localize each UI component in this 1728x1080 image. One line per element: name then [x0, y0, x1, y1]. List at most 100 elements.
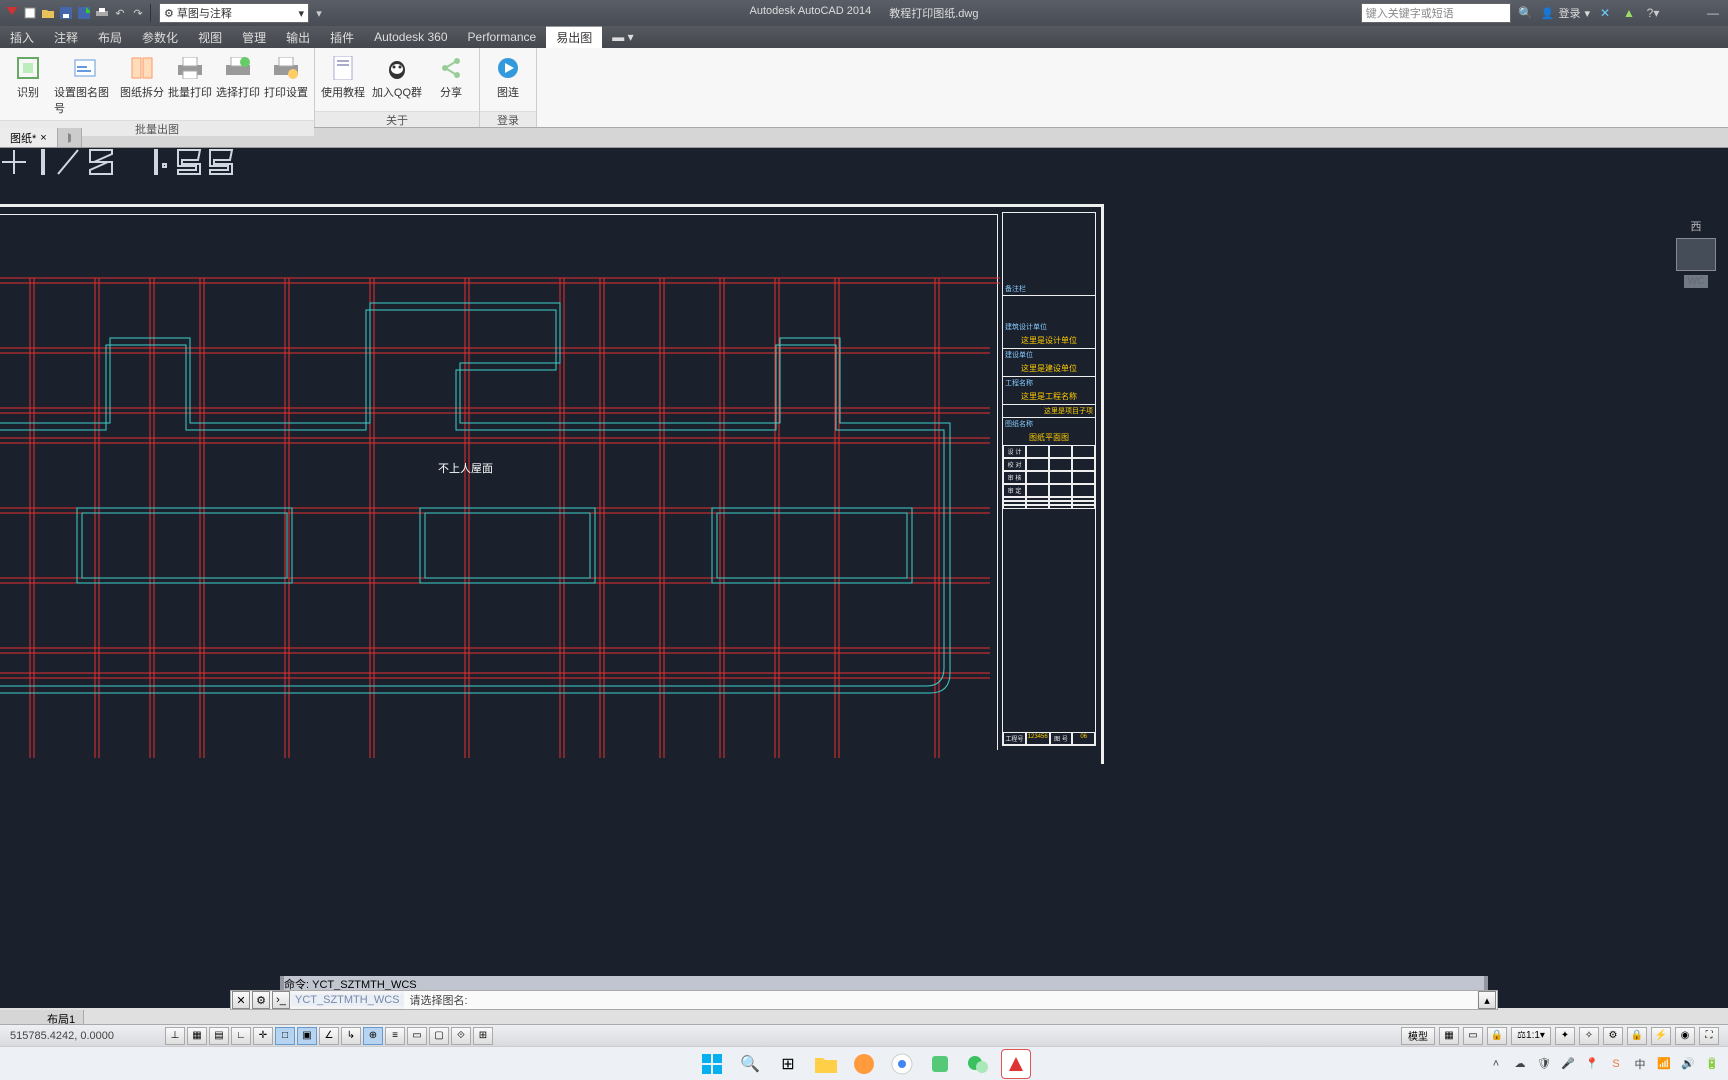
dyn-icon[interactable]: ⊕: [363, 1027, 383, 1045]
tab-manage[interactable]: 管理: [232, 26, 276, 48]
a360-icon[interactable]: ▲: [1620, 4, 1638, 22]
plot-icon[interactable]: [94, 5, 110, 21]
cmd-prompt-icon[interactable]: ›_: [272, 991, 290, 1009]
search-icon[interactable]: 🔍: [1517, 4, 1535, 22]
view-cube[interactable]: 西 WC: [1668, 218, 1724, 288]
taskbar-wechat-icon[interactable]: [963, 1049, 993, 1079]
otrack-icon[interactable]: ∠: [319, 1027, 339, 1045]
scale-combo[interactable]: ⚖ 1:1 ▾: [1511, 1027, 1551, 1045]
taskbar-search-icon[interactable]: 🔍: [735, 1049, 765, 1079]
polar-icon[interactable]: ✛: [253, 1027, 273, 1045]
login-button[interactable]: 👤 登录 ▾: [1541, 5, 1590, 21]
grid-display-icon[interactable]: ▦: [1439, 1027, 1459, 1045]
cube-face[interactable]: [1676, 238, 1716, 271]
qq-group-button[interactable]: 加入QQ群: [369, 52, 425, 107]
snap-icon[interactable]: ▦: [187, 1027, 207, 1045]
drawing-area[interactable]: 不上人屋面 备注栏 建筑设计单位 这里是设计单位 建设单位 这里是建设单位 工程…: [0, 148, 1728, 1008]
tab-annotate[interactable]: 注释: [44, 26, 88, 48]
wcs-label: WC: [1684, 275, 1709, 288]
ortho-icon[interactable]: ∟: [231, 1027, 251, 1045]
open-icon[interactable]: [40, 5, 56, 21]
grid-icon[interactable]: ▤: [209, 1027, 229, 1045]
print-settings-button[interactable]: 打印设置: [264, 52, 308, 116]
cleanscreen-icon[interactable]: ⛶: [1699, 1027, 1719, 1045]
set-drawing-name-button[interactable]: 设置图名图号: [54, 52, 116, 116]
command-input[interactable]: [404, 991, 1478, 1009]
chevron-down-icon: ▾: [1584, 7, 1590, 20]
taskbar-app1-icon[interactable]: [849, 1049, 879, 1079]
new-icon[interactable]: [22, 5, 38, 21]
tab-layout[interactable]: 布局: [88, 26, 132, 48]
tray-chevron-icon[interactable]: ˄: [1488, 1056, 1504, 1072]
tutorial-button[interactable]: 使用教程: [321, 52, 365, 107]
taskbar-taskview-icon[interactable]: ⊞: [773, 1049, 803, 1079]
qat-overflow-icon[interactable]: ▾: [311, 5, 327, 21]
workspace-switcher[interactable]: ⚙ 草图与注释▾: [159, 3, 309, 23]
tpy-icon[interactable]: ▭: [407, 1027, 427, 1045]
blueprint-link-button[interactable]: 图连: [486, 52, 530, 107]
app-name: Autodesk AutoCAD 2014: [750, 5, 872, 21]
sc-icon[interactable]: ⟐: [451, 1027, 471, 1045]
tray-app-icon[interactable]: S: [1608, 1056, 1624, 1072]
start-button[interactable]: [697, 1049, 727, 1079]
tray-onedrive-icon[interactable]: ☁: [1512, 1056, 1528, 1072]
batch-print-button[interactable]: 批量打印: [168, 52, 212, 116]
cmd-options-icon[interactable]: ⚙: [252, 991, 270, 1009]
quickview-icon[interactable]: ▭: [1463, 1027, 1483, 1045]
share-button[interactable]: 分享: [429, 52, 473, 107]
annovisibility-icon[interactable]: ✦: [1555, 1027, 1575, 1045]
taskbar-explorer-icon[interactable]: [811, 1049, 841, 1079]
recognize-button[interactable]: 识别: [6, 52, 50, 116]
qp-icon[interactable]: ▢: [429, 1027, 449, 1045]
annoscale-icon[interactable]: 🔒: [1487, 1027, 1507, 1045]
ducs-icon[interactable]: ↳: [341, 1027, 361, 1045]
tab-yichutu[interactable]: 易出图: [546, 26, 602, 48]
tray-volume-icon[interactable]: 🔊: [1680, 1056, 1696, 1072]
tray-wifi-icon[interactable]: 📶: [1656, 1056, 1672, 1072]
minimize-icon[interactable]: ―: [1704, 4, 1722, 22]
toolbar-lock-icon[interactable]: 🔒: [1627, 1027, 1647, 1045]
saveas-icon[interactable]: [76, 5, 92, 21]
tab-parametric[interactable]: 参数化: [132, 26, 188, 48]
taskbar-autocad-icon[interactable]: [1001, 1049, 1031, 1079]
new-tab-button[interactable]: [58, 128, 82, 147]
annoauto-icon[interactable]: ✧: [1579, 1027, 1599, 1045]
ribbon-minimize-icon[interactable]: ▬ ▾: [602, 26, 643, 48]
taskbar-app2-icon[interactable]: [925, 1049, 955, 1079]
tray-location-icon[interactable]: 📍: [1584, 1056, 1600, 1072]
am-icon[interactable]: ⊞: [473, 1027, 493, 1045]
tray-mic-icon[interactable]: 🎤: [1560, 1056, 1576, 1072]
redo-icon[interactable]: ↷: [130, 5, 146, 21]
doc-tab-active[interactable]: 图纸*×: [0, 128, 58, 147]
exchange-icon[interactable]: ✕: [1596, 4, 1614, 22]
tab-plugins[interactable]: 插件: [320, 26, 364, 48]
tab-a360[interactable]: Autodesk 360: [364, 26, 457, 48]
tray-lang[interactable]: 中: [1632, 1056, 1648, 1072]
tab-insert[interactable]: 插入: [0, 26, 44, 48]
tray-security-icon[interactable]: 🛡: [1536, 1056, 1552, 1072]
save-icon[interactable]: [58, 5, 74, 21]
scale-text-overlay: [0, 148, 300, 204]
help-icon[interactable]: ?▾: [1644, 4, 1662, 22]
close-icon[interactable]: ×: [40, 132, 46, 144]
isolate-icon[interactable]: ◉: [1675, 1027, 1695, 1045]
3dosnap-icon[interactable]: ▣: [297, 1027, 317, 1045]
split-drawing-button[interactable]: 图纸拆分: [120, 52, 164, 116]
app-menu-icon[interactable]: [4, 5, 20, 21]
space-toggle[interactable]: 模型: [1401, 1027, 1435, 1045]
lwt-icon[interactable]: ≡: [385, 1027, 405, 1045]
undo-icon[interactable]: ↶: [112, 5, 128, 21]
infer-constraints-icon[interactable]: ⊥: [165, 1027, 185, 1045]
osnap-icon[interactable]: □: [275, 1027, 295, 1045]
select-print-button[interactable]: 选择打印: [216, 52, 260, 116]
ws-icon[interactable]: ⚙: [1603, 1027, 1623, 1045]
hardware-accel-icon[interactable]: ⚡: [1651, 1027, 1671, 1045]
taskbar-chrome-icon[interactable]: [887, 1049, 917, 1079]
tray-battery-icon[interactable]: 🔋: [1704, 1056, 1720, 1072]
cmd-close-icon[interactable]: ✕: [232, 991, 250, 1009]
tab-view[interactable]: 视图: [188, 26, 232, 48]
tab-performance[interactable]: Performance: [458, 26, 547, 48]
cmd-expand-icon[interactable]: ▴: [1478, 991, 1496, 1009]
tab-output[interactable]: 输出: [276, 26, 320, 48]
infocenter-search[interactable]: 键入关键字或短语: [1361, 3, 1511, 23]
